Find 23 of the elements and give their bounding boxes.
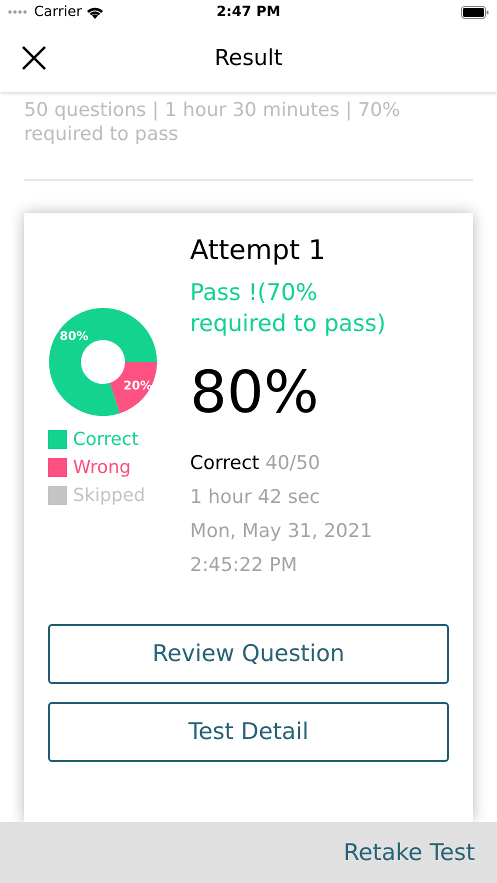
pass-status: Pass !(70% required to pass) — [190, 279, 387, 339]
attempt-title: Attempt 1 — [190, 235, 327, 266]
carrier-name: Carrier — [34, 4, 82, 20]
attempt-date: Mon, May 31, 2021 — [190, 520, 374, 542]
legend-label: Wrong — [73, 457, 131, 478]
legend-label: Skipped — [73, 485, 146, 506]
segment-label: 80% — [60, 329, 88, 343]
test-summary: 50 questions | 1 hour 30 minutes | 70% required to pass — [24, 98, 473, 181]
attempt-time: 2:45:22 PM — [190, 554, 298, 576]
close-button[interactable] — [20, 44, 48, 72]
outline-button[interactable]: Test Detail — [48, 702, 449, 762]
correct-label: Correct — [190, 452, 260, 474]
retake-button[interactable]: Retake Test — [344, 840, 475, 866]
battery-icon — [461, 6, 489, 18]
score-percent: 80% — [190, 358, 320, 426]
nav-title: Result — [214, 46, 282, 70]
correct-count: 40/50 — [265, 452, 320, 474]
outline-button[interactable]: Review Question — [48, 624, 449, 684]
duration-text: 1 hour 42 sec — [190, 486, 321, 508]
segment-label: 20% — [123, 378, 152, 392]
wifi-icon — [86, 6, 104, 18]
legend-label: Correct — [73, 429, 139, 450]
status-time: 2:47 PM — [216, 4, 280, 20]
